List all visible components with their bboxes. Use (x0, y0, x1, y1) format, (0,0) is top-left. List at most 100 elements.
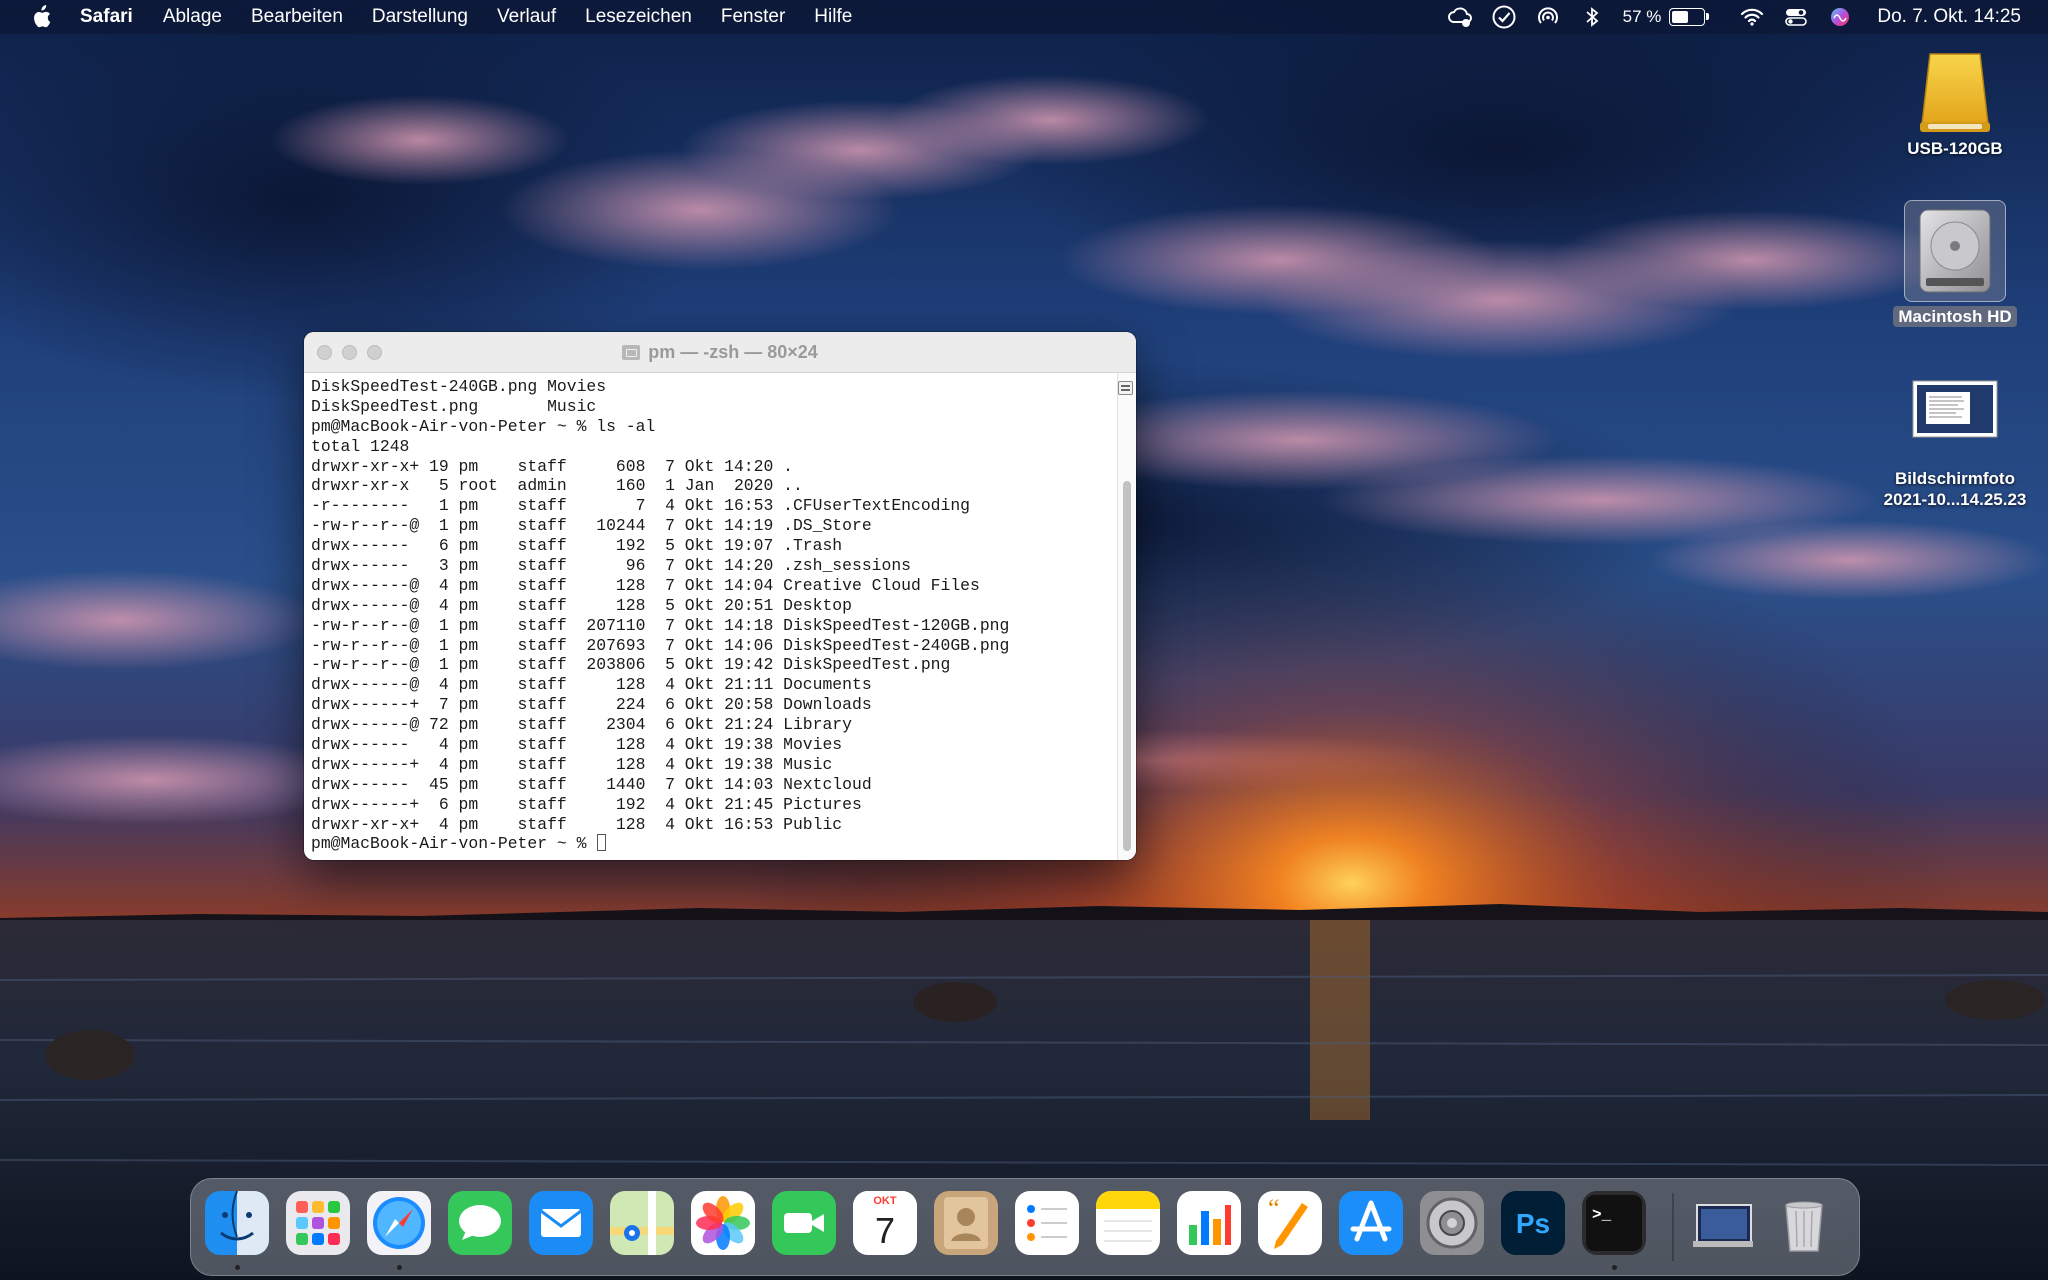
apple-menu-icon[interactable] (30, 5, 52, 29)
menu-fenster[interactable]: Fenster (721, 6, 785, 28)
menu-ablage[interactable]: Ablage (163, 6, 222, 28)
airdrop-icon[interactable] (1535, 4, 1561, 30)
dock-terminal-icon[interactable]: >_ (1582, 1191, 1646, 1255)
window-title-text: pm — -zsh — 80×24 (648, 341, 818, 362)
menu-verlauf[interactable]: Verlauf (497, 6, 556, 28)
dock-messages-icon[interactable] (448, 1191, 512, 1255)
close-button[interactable] (317, 345, 332, 360)
terminal-line: DiskSpeedTest.png Music (311, 396, 597, 416)
window-titlebar[interactable]: pm — -zsh — 80×24 (304, 332, 1136, 373)
dock-reminders-icon[interactable] (1015, 1191, 1079, 1255)
dock-running-indicator (235, 1265, 240, 1270)
terminal-line: -r-------- 1 pm staff 7 4 Okt 16:53 .CFU… (311, 496, 971, 516)
terminal-line: drwx------@ 72 pm staff 2304 6 Okt 21:24… (311, 715, 852, 735)
dock-running-indicator (397, 1265, 402, 1270)
desktop-icon-screenshot[interactable]: Bildschirmfoto 2021-10...14.25.23 (1862, 380, 2048, 510)
dock-app-store-icon[interactable] (1339, 1191, 1403, 1255)
dock-photoshop-icon[interactable]: Ps (1501, 1191, 1565, 1255)
terminal-line: drwx------@ 4 pm staff 128 7 Okt 14:04 C… (311, 575, 980, 595)
dock-notes-icon[interactable] (1096, 1191, 1160, 1255)
terminal-prompt-line[interactable]: pm@MacBook-Air-von-Peter ~ % (311, 834, 1111, 854)
terminal-line: -rw-r--r--@ 1 pm staff 207110 7 Okt 14:1… (311, 615, 1010, 635)
terminal-line: total 1248 (311, 436, 410, 456)
wifi-icon[interactable] (1739, 4, 1765, 30)
window-controls (317, 345, 382, 360)
hard-disk-icon (1919, 209, 1991, 293)
dock-contacts-icon[interactable] (934, 1191, 998, 1255)
calendar-month: OKT (873, 1195, 897, 1207)
desktop-icon-label: Macintosh HD (1893, 306, 2017, 327)
external-drive-icon (1920, 53, 1990, 132)
dock-downloads-stack-icon[interactable] (1691, 1191, 1755, 1255)
terminal-line: drwx------@ 4 pm staff 128 4 Okt 21:11 D… (311, 675, 872, 695)
terminal-line: drwx------ 3 pm staff 96 7 Okt 14:20 .zs… (311, 556, 911, 576)
battery-fill (1672, 11, 1689, 23)
dock-finder-icon[interactable] (205, 1191, 269, 1255)
menu-app-name[interactable]: Safari (80, 6, 133, 28)
dock-mail-icon[interactable] (529, 1191, 593, 1255)
svg-text:“: “ (1268, 1194, 1280, 1223)
minimize-button[interactable] (342, 345, 357, 360)
terminal-line: DiskSpeedTest-240GB.png Movies (311, 377, 607, 396)
dock-safari-icon[interactable] (367, 1191, 431, 1255)
menu-bearbeiten[interactable]: Bearbeiten (251, 6, 343, 28)
dock-launchpad-icon[interactable] (286, 1191, 350, 1255)
photoshop-label: Ps (1516, 1208, 1550, 1239)
window-title: pm — -zsh — 80×24 (622, 342, 818, 363)
desktop-icon-label-line1: Bildschirmfoto (1895, 469, 2015, 488)
dock-system-preferences-icon[interactable] (1420, 1191, 1484, 1255)
terminal-scrollbar[interactable] (1117, 373, 1136, 860)
control-center-icon[interactable] (1783, 4, 1809, 30)
screenshot-thumbnail-icon (1912, 380, 1998, 438)
dock-pages-icon[interactable]: “ (1258, 1191, 1322, 1255)
desktop-icon-label: USB-120GB (1907, 139, 2003, 158)
dock-numbers-icon[interactable] (1177, 1191, 1241, 1255)
terminal-output[interactable]: DiskSpeedTest-240GB.png Movies DiskSpeedT… (304, 373, 1118, 860)
folder-proxy-icon[interactable] (622, 344, 641, 360)
terminal-label: >_ (1592, 1206, 1612, 1224)
scrollbar-menu-button[interactable] (1118, 381, 1133, 395)
terminal-line: drwxr-xr-x+ 4 pm staff 128 4 Okt 16:53 P… (311, 814, 843, 834)
siri-icon[interactable] (1827, 4, 1853, 30)
menu-clock[interactable]: Do. 7. Okt. 14:25 (1877, 6, 2021, 28)
terminal-line: drwx------ 45 pm staff 1440 7 Okt 14:03 … (311, 774, 872, 794)
menu-darstellung[interactable]: Darstellung (372, 6, 468, 28)
dock-maps-icon[interactable] (610, 1191, 674, 1255)
terminal-window[interactable]: pm — -zsh — 80×24 DiskSpeedTest-240GB.pn… (304, 332, 1136, 860)
terminal-line: drwx------+ 6 pm staff 192 4 Okt 21:45 P… (311, 794, 862, 814)
terminal-line: pm@MacBook-Air-von-Peter ~ % ls -al (311, 416, 656, 436)
dock-photos-icon[interactable] (691, 1191, 755, 1255)
desktop-icon-macintosh-hd[interactable]: Macintosh HD (1884, 200, 2026, 327)
terminal-line: -rw-r--r--@ 1 pm staff 207693 7 Okt 14:0… (311, 635, 1010, 655)
scrollbar-thumb[interactable] (1123, 481, 1131, 851)
creative-cloud-icon[interactable] (1447, 4, 1473, 30)
terminal-prompt: pm@MacBook-Air-von-Peter ~ % (311, 834, 597, 854)
terminal-line: drwx------ 4 pm staff 128 4 Okt 19:38 Mo… (311, 735, 843, 755)
dock-separator (1672, 1193, 1674, 1261)
battery-percentage: 57 % (1622, 7, 1662, 26)
terminal-line: drwx------+ 4 pm staff 128 4 Okt 19:38 M… (311, 754, 833, 774)
battery-icon[interactable] (1669, 8, 1710, 26)
terminal-line: -rw-r--r--@ 1 pm staff 203806 5 Okt 19:4… (311, 655, 951, 675)
desktop-icon-usb-120gb[interactable]: USB-120GB (1890, 48, 2020, 159)
dock-calendar-icon[interactable]: OKT 7 (853, 1191, 917, 1255)
dock: OKT 7 “ Ps >_ (190, 1178, 1860, 1276)
terminal-cursor (597, 834, 607, 852)
menu-bar: Safari Ablage Bearbeiten Darstellung Ver… (0, 0, 2048, 34)
desktop-icon-label-line2: 2021-10...14.25.23 (1883, 490, 2027, 509)
dock-facetime-icon[interactable] (772, 1191, 836, 1255)
zoom-button[interactable] (367, 345, 382, 360)
terminal-line: drwx------+ 7 pm staff 224 6 Okt 20:58 D… (311, 695, 872, 715)
terminal-line: drwx------ 6 pm staff 192 5 Okt 19:07 .T… (311, 536, 843, 556)
terminal-line: drwx------@ 4 pm staff 128 5 Okt 20:51 D… (311, 595, 852, 615)
terminal-line: -rw-r--r--@ 1 pm staff 10244 7 Okt 14:19… (311, 516, 872, 536)
dock-trash-icon[interactable] (1772, 1191, 1836, 1255)
dock-running-indicator (1612, 1265, 1617, 1270)
calendar-day: 7 (875, 1210, 895, 1251)
terminal-line: drwxr-xr-x 5 root admin 160 1 Jan 2020 .… (311, 476, 803, 496)
menu-lesezeichen[interactable]: Lesezeichen (585, 6, 692, 28)
checkmark-circle-icon[interactable] (1491, 4, 1517, 30)
bluetooth-icon[interactable] (1579, 4, 1605, 30)
terminal-line: drwxr-xr-x+ 19 pm staff 608 7 Okt 14:20 … (311, 456, 793, 476)
menu-hilfe[interactable]: Hilfe (814, 6, 852, 28)
